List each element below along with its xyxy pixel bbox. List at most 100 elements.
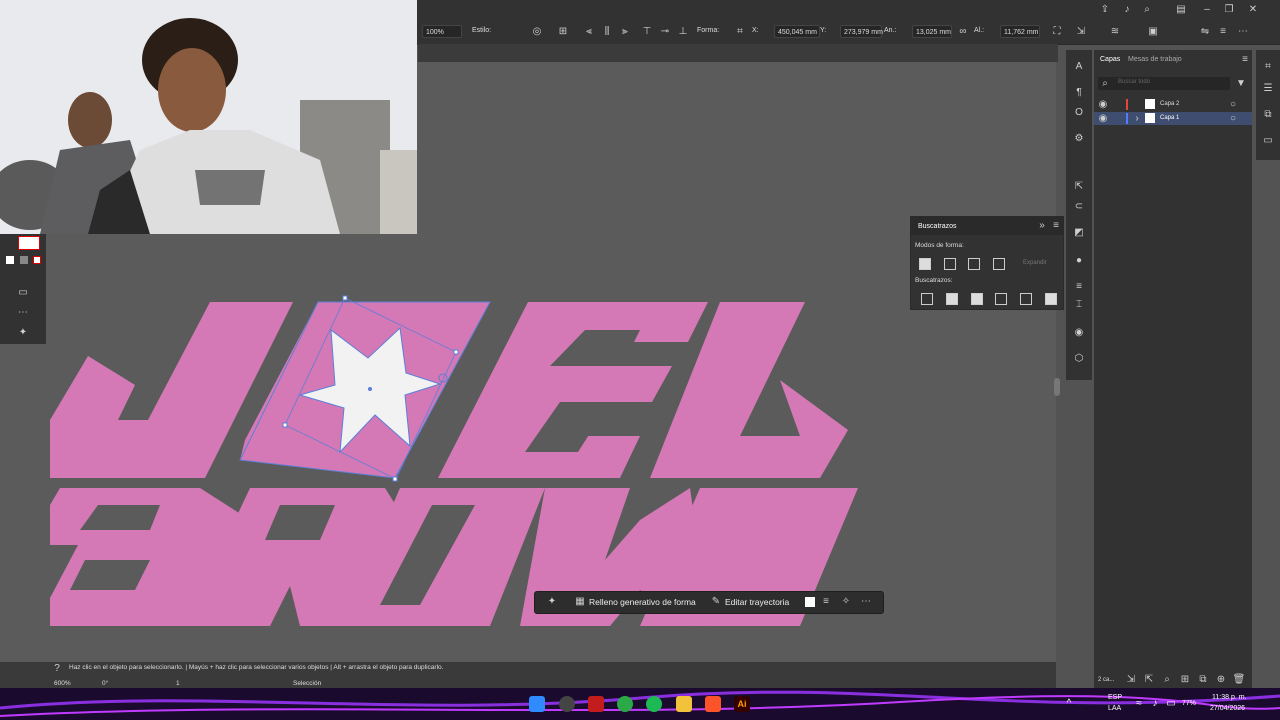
edit-toolbar-icon[interactable]: ⋯ xyxy=(16,306,30,320)
artboard-field[interactable]: 1 xyxy=(176,680,180,687)
new-layer-icon[interactable]: ⊕ xyxy=(1214,673,1228,687)
character-icon[interactable]: A xyxy=(1072,60,1086,74)
none-mode-icon[interactable] xyxy=(33,256,41,264)
w-field[interactable]: 13,025 mm xyxy=(912,25,952,38)
illustrator-icon[interactable]: Ai xyxy=(734,696,750,712)
intersect-button[interactable] xyxy=(968,258,980,270)
color-panel-icon[interactable]: ◉ xyxy=(1072,326,1086,340)
clock-time[interactable]: 11:38 p. m. xyxy=(1212,694,1247,701)
y-field[interactable]: 273,979 mm xyxy=(840,25,883,38)
minus-back-button[interactable] xyxy=(1045,293,1057,305)
folder-icon[interactable] xyxy=(676,696,692,712)
align-top-icon[interactable]: ⊤ xyxy=(640,25,654,39)
artboards-icon[interactable]: ⧉ xyxy=(1261,108,1275,122)
align-right-icon[interactable]: ⫸ xyxy=(618,25,632,39)
generative-fill-button[interactable]: Relleno generativo de forma xyxy=(589,597,696,607)
volume-icon[interactable]: ♪ xyxy=(1148,697,1162,711)
fill-stroke-widget[interactable] xyxy=(18,236,40,250)
exclude-button[interactable] xyxy=(993,258,1005,270)
tab-artboards[interactable]: Mesas de trabajo xyxy=(1128,56,1182,63)
layer-row[interactable]: ◉ Capa 2 ○ xyxy=(1094,98,1252,111)
outline-button[interactable] xyxy=(1020,293,1032,305)
expand-button[interactable]: Expandir xyxy=(1023,260,1047,266)
align-to-icon[interactable]: ⊞ xyxy=(556,25,570,39)
color-mode-icon[interactable] xyxy=(6,256,14,264)
start-icon[interactable] xyxy=(529,696,545,712)
tab-layers[interactable]: Capas xyxy=(1100,56,1120,63)
clip-icon[interactable]: ⊞ xyxy=(1178,673,1192,687)
divide-button[interactable] xyxy=(921,293,933,305)
warp-icon[interactable]: ≋ xyxy=(1108,25,1122,39)
layers-icon[interactable]: ☰ xyxy=(1261,82,1275,96)
eye-icon[interactable]: ◉ xyxy=(1096,98,1110,112)
merge-button[interactable] xyxy=(971,293,983,305)
new-sublayer-icon[interactable]: ⧉ xyxy=(1196,673,1210,687)
workspace-icon[interactable]: ▤ xyxy=(1174,3,1188,17)
x-field[interactable]: 450,045 mm xyxy=(774,25,820,38)
transform-panel-icon[interactable]: ⌶ xyxy=(1072,298,1086,312)
chevron-right-icon[interactable]: › xyxy=(1130,112,1144,126)
target-icon[interactable]: ○ xyxy=(1226,112,1240,126)
whatsapp-icon[interactable] xyxy=(617,696,633,712)
crop-button[interactable] xyxy=(995,293,1007,305)
ai-sparkle-icon[interactable]: ✦ xyxy=(545,595,559,609)
more-options-icon[interactable]: ⋯ xyxy=(859,595,873,609)
edit-path-button[interactable]: Editar trayectoria xyxy=(725,597,789,607)
close-icon[interactable]: ✕ xyxy=(1246,3,1260,17)
properties-icon[interactable]: ⚙ xyxy=(1072,132,1086,146)
asset-export-icon[interactable]: ▭ xyxy=(1261,134,1275,148)
align-vcenter-icon[interactable]: ⊸ xyxy=(658,25,672,39)
target-icon[interactable]: ○ xyxy=(1226,98,1240,112)
layers-search[interactable]: ⌕ Buscar todo xyxy=(1098,77,1230,90)
isolate-icon[interactable]: ▣ xyxy=(1146,25,1160,39)
pathfinder-icon[interactable]: ◩ xyxy=(1072,226,1086,240)
filter-icon[interactable]: ▼ xyxy=(1234,77,1248,91)
restore-icon[interactable]: ❐ xyxy=(1222,3,1236,17)
transform-icon[interactable]: ⌗ xyxy=(733,25,747,39)
transform-panel-icon[interactable]: ⛶ xyxy=(1050,25,1064,39)
align-hcenter-icon[interactable]: ⫼ xyxy=(600,25,614,39)
wand-icon[interactable]: ✧ xyxy=(839,595,853,609)
export-icon[interactable]: ⇱ xyxy=(1072,180,1086,194)
3d-icon[interactable]: ⬡ xyxy=(1072,352,1086,366)
appearance-icon[interactable]: ● xyxy=(1072,254,1086,268)
fill-swatch[interactable] xyxy=(805,597,815,607)
vertical-scrollbar[interactable] xyxy=(1054,378,1060,396)
opentype-icon[interactable]: O xyxy=(1072,106,1086,120)
unite-button[interactable] xyxy=(919,258,931,270)
collect-export-icon[interactable]: ⇲ xyxy=(1124,673,1138,687)
current-tool[interactable]: Selección xyxy=(293,680,321,687)
trash-icon[interactable]: 🗑 xyxy=(1232,673,1246,687)
paragraph-icon[interactable]: ¶ xyxy=(1072,86,1086,100)
align-bottom-icon[interactable]: ⊥ xyxy=(676,25,690,39)
screen-mode-icon[interactable]: ▭ xyxy=(16,286,30,300)
eye-icon[interactable]: ◉ xyxy=(1096,112,1110,126)
gradient-mode-icon[interactable] xyxy=(20,256,28,264)
link-icon[interactable]: ∞ xyxy=(956,25,970,39)
panel-menu-icon[interactable]: ≡ xyxy=(1049,219,1063,233)
panel-menu-icon[interactable]: ≡ xyxy=(1238,53,1252,67)
more-icon[interactable]: ⋯ xyxy=(1236,25,1250,39)
recolor-icon[interactable]: ◎ xyxy=(530,25,544,39)
h-field[interactable]: 11,762 mm xyxy=(1000,25,1040,38)
links-icon[interactable]: ⊂ xyxy=(1072,200,1086,214)
ai-tool-icon[interactable]: ✦ xyxy=(16,326,30,340)
bell-icon[interactable]: ♪ xyxy=(1120,3,1134,17)
language[interactable]: ESP xyxy=(1108,694,1122,701)
app-icon[interactable] xyxy=(588,696,604,712)
brave-icon[interactable] xyxy=(705,696,721,712)
collapse-icon[interactable]: » xyxy=(1035,219,1049,233)
chevron-up-icon[interactable]: ^ xyxy=(1062,697,1076,711)
minus-front-button[interactable] xyxy=(944,258,956,270)
browser-icon[interactable] xyxy=(559,696,575,712)
search-icon[interactable]: ⌕ xyxy=(1160,673,1174,687)
share-icon[interactable]: ⇪ xyxy=(1098,3,1112,17)
align-panel-icon[interactable]: ≡ xyxy=(1072,280,1086,294)
locate-icon[interactable]: ⇱ xyxy=(1142,673,1156,687)
opacity-field[interactable]: 100% xyxy=(422,25,462,38)
menu-icon[interactable]: ≡ xyxy=(1216,25,1230,39)
libraries-icon[interactable]: ⌗ xyxy=(1261,60,1275,74)
arrange-icon[interactable]: ⇋ xyxy=(1198,25,1212,39)
trim-button[interactable] xyxy=(946,293,958,305)
transform-again-icon[interactable]: ⇲ xyxy=(1074,25,1088,39)
